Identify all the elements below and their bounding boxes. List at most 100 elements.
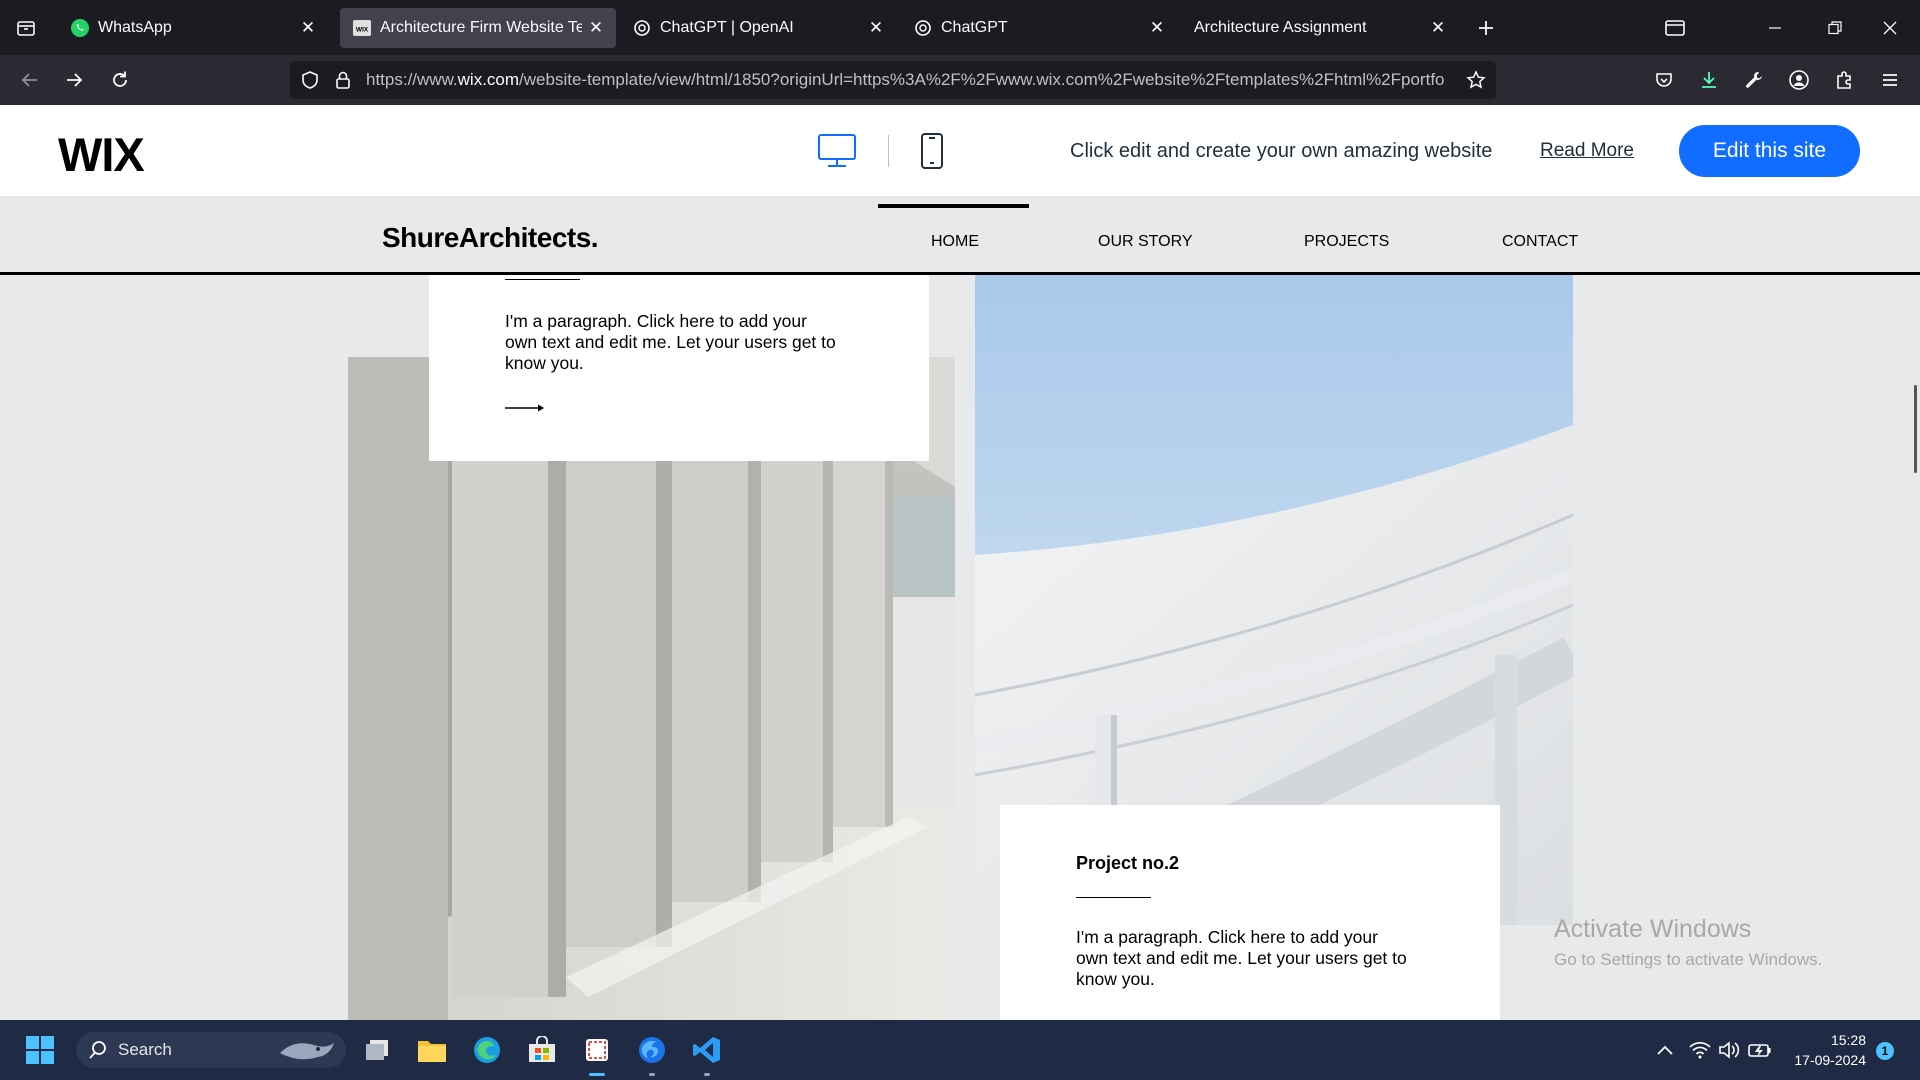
task-view-icon (366, 1040, 388, 1060)
tab-whatsapp[interactable]: WhatsApp ✕ (58, 8, 328, 48)
forward-arrow-icon (67, 73, 83, 87)
snipping-tool-icon (586, 1039, 608, 1061)
wix-logo[interactable]: WIX (58, 127, 145, 182)
edit-this-site-button[interactable]: Edit this site (1679, 125, 1860, 177)
clock-time: 15:28 (1830, 1032, 1866, 1048)
account-button[interactable] (1783, 64, 1815, 96)
close-tab-icon[interactable]: ✕ (300, 18, 316, 38)
project-card[interactable]: Project no.2 I'm a paragraph. Click here… (1000, 805, 1500, 1020)
bookmark-star-icon[interactable] (1466, 70, 1486, 90)
address-bar[interactable]: https://www.wix.com/website-template/vie… (290, 61, 1496, 99)
title-underline (1076, 897, 1151, 898)
account-icon (1789, 70, 1809, 90)
new-tab-button[interactable] (1470, 12, 1502, 44)
battery-button[interactable] (1740, 1030, 1780, 1070)
close-tab-icon[interactable]: ✕ (868, 18, 884, 38)
project-card[interactable]: I'm a paragraph. Click here to add your … (429, 275, 929, 461)
tab-architecture-assignment[interactable]: Architecture Assignment ✕ (1182, 8, 1458, 48)
tab-label: ChatGPT (941, 19, 1008, 36)
snipping-tool-button[interactable] (577, 1030, 617, 1076)
shield-icon[interactable] (300, 70, 320, 90)
url-text[interactable]: https://www.wix.com/website-template/vie… (366, 70, 1456, 90)
nav-our-story[interactable]: OUR STORY (1098, 233, 1193, 251)
downloads-button[interactable] (1693, 64, 1725, 96)
pocket-icon (1656, 73, 1672, 87)
task-view-button[interactable] (357, 1030, 397, 1070)
tab-list-icon (17, 20, 35, 36)
vscode-button[interactable] (687, 1030, 727, 1076)
windows-start-icon (26, 1036, 54, 1064)
browser-toolbar: https://www.wix.com/website-template/vie… (0, 55, 1920, 105)
openai-icon (913, 18, 933, 38)
watermark-subtitle: Go to Settings to activate Windows. (1554, 950, 1823, 969)
search-highlight-icon (280, 1043, 334, 1060)
nav-home[interactable]: HOME (931, 233, 979, 251)
extensions-button[interactable] (1828, 64, 1860, 96)
pocket-button[interactable] (1648, 64, 1680, 96)
windows-taskbar: Search 15:28 17-09-2024 1 (0, 1020, 1920, 1080)
browser-tab-strip: WhatsApp ✕ WIX Architecture Firm Website… (0, 0, 1920, 55)
close-tab-icon[interactable]: ✕ (1430, 18, 1446, 38)
edge-icon (474, 1037, 500, 1063)
puzzle-icon (1837, 71, 1851, 89)
read-more-link[interactable]: Read More (1540, 140, 1634, 162)
mobile-view-button[interactable] (919, 131, 944, 171)
project-title: Project no.2 (1076, 853, 1180, 873)
project-paragraph: I'm a paragraph. Click here to add your … (1076, 927, 1407, 989)
firefox-button[interactable] (632, 1030, 672, 1076)
desktop-icon (818, 134, 856, 167)
wrench-icon (1746, 72, 1762, 88)
close-window-button[interactable] (1860, 0, 1920, 55)
plus-icon (1479, 21, 1493, 35)
running-app-indicator (649, 1073, 655, 1076)
whatsapp-icon (70, 18, 90, 38)
system-clock[interactable]: 15:28 17-09-2024 (1786, 1030, 1866, 1070)
activate-windows-watermark: Activate Windows Go to Settings to activ… (1554, 915, 1822, 970)
app-menu-button[interactable] (1874, 64, 1906, 96)
window-view-icon (1665, 19, 1685, 36)
edge-button[interactable] (467, 1030, 507, 1070)
active-menu-indicator (878, 204, 1029, 208)
desktop-view-button[interactable] (817, 131, 857, 171)
site-logo[interactable]: ShureArchitects. (382, 222, 599, 254)
page-scrollbar[interactable] (1914, 385, 1917, 473)
battery-charging-icon (1748, 1044, 1771, 1057)
tab-chatgpt[interactable]: ChatGPT ✕ (901, 8, 1177, 48)
site-header: ShureArchitects. HOME OUR STORY PROJECTS… (0, 196, 1920, 275)
file-explorer-button[interactable] (412, 1030, 452, 1070)
hamburger-menu-icon (1883, 74, 1897, 86)
lock-icon[interactable] (334, 70, 352, 90)
reload-icon (113, 71, 127, 87)
firefox-icon (639, 1037, 665, 1063)
restore-button[interactable] (1805, 0, 1865, 55)
back-button[interactable] (14, 64, 46, 96)
device-divider (888, 135, 889, 167)
tab-architecture-template[interactable]: WIX Architecture Firm Website Temp ✕ (340, 8, 616, 48)
wix-tagline: Click edit and create your own amazing w… (1070, 140, 1493, 162)
firefox-view-button[interactable] (1645, 0, 1705, 55)
tab-chatgpt-openai[interactable]: ChatGPT | OpenAI ✕ (620, 8, 896, 48)
clock-date: 17-09-2024 (1794, 1052, 1866, 1068)
notification-badge[interactable]: 1 (1876, 1042, 1894, 1060)
minimize-button[interactable] (1745, 0, 1805, 55)
minimize-icon (1769, 26, 1781, 29)
microsoft-store-button[interactable] (522, 1030, 562, 1070)
store-icon (529, 1036, 555, 1062)
show-hidden-icons-button[interactable] (1645, 1030, 1685, 1070)
nav-projects[interactable]: PROJECTS (1304, 233, 1389, 251)
forward-button[interactable] (58, 64, 90, 96)
close-tab-icon[interactable]: ✕ (588, 18, 604, 38)
taskbar-search[interactable]: Search (76, 1032, 346, 1068)
projects-section: I'm a paragraph. Click here to add your … (0, 275, 1920, 1020)
tools-button[interactable] (1738, 64, 1770, 96)
wix-preview-bar: WIX Click edit and create your own amazi… (0, 105, 1920, 196)
close-tab-icon[interactable]: ✕ (1149, 18, 1165, 38)
tab-list-button[interactable] (0, 0, 52, 55)
reload-button[interactable] (104, 64, 136, 96)
nav-contact[interactable]: CONTACT (1502, 233, 1578, 251)
tab-label: Architecture Firm Website Temp (380, 19, 582, 36)
speaker-icon (1719, 1041, 1740, 1059)
arrow-right-icon[interactable] (505, 403, 545, 413)
download-icon (1702, 72, 1716, 88)
start-button[interactable] (20, 1030, 60, 1070)
